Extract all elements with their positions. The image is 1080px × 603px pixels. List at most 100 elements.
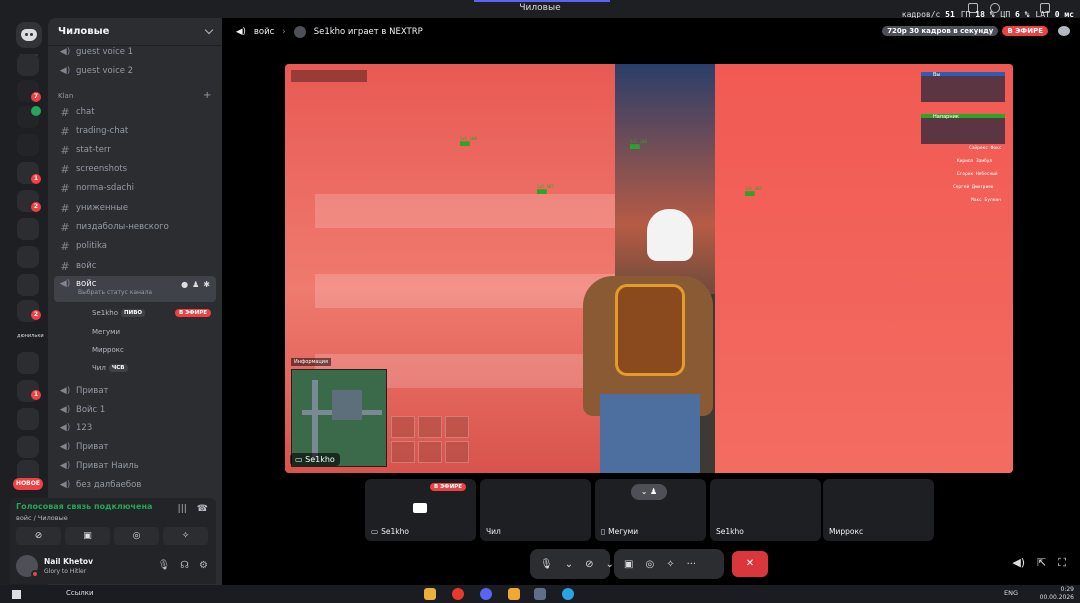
voice-channel-path[interactable]: войс / Чиловые bbox=[16, 514, 68, 522]
server-icon[interactable] bbox=[17, 54, 39, 76]
share-screen-button[interactable]: ▣ bbox=[65, 527, 110, 545]
server-icon[interactable] bbox=[17, 436, 39, 458]
user-panel: Nail Khetov Glory to Hitler 🎙 ☊ ⚙ bbox=[10, 550, 216, 584]
activity-button[interactable]: ◎ bbox=[114, 527, 159, 545]
username[interactable]: Nail Khetov bbox=[44, 557, 93, 566]
server-icon[interactable] bbox=[17, 408, 39, 430]
text-channel[interactable]: # stat-terr bbox=[54, 141, 216, 159]
new-pill[interactable]: НОВОЕ bbox=[13, 478, 43, 490]
mic-icon[interactable]: 🎙 bbox=[157, 560, 170, 571]
voice-channel[interactable]: ◀) guest voice 2 bbox=[54, 62, 216, 80]
voice-channel[interactable]: # войс bbox=[54, 257, 216, 275]
mic-toggle-icon[interactable]: 🎙 bbox=[540, 559, 553, 570]
voice-user[interactable]: Чил ЧСВ bbox=[92, 364, 128, 372]
app-icon[interactable] bbox=[534, 588, 546, 600]
taskbar-search[interactable]: Ссылки bbox=[66, 589, 94, 597]
gear-icon[interactable]: ✱ bbox=[203, 280, 210, 289]
language-indicator[interactable]: ENG bbox=[1004, 589, 1018, 597]
soundboard-button[interactable]: ✧ bbox=[163, 527, 208, 545]
chat-icon[interactable]: ● bbox=[181, 280, 188, 289]
disconnect-icon[interactable]: ☎ bbox=[197, 504, 208, 514]
headphones-icon[interactable]: ☊ bbox=[180, 560, 189, 571]
server-icon[interactable] bbox=[17, 274, 39, 296]
voice-user[interactable]: Мегуми bbox=[92, 328, 120, 336]
leave-call-button[interactable]: ✕ bbox=[732, 551, 768, 577]
channel-status-hint[interactable]: Выбрать статус канала bbox=[78, 289, 152, 296]
right-list-item: Кирилл Замбул bbox=[957, 159, 993, 164]
phone-icon: ▯ bbox=[601, 527, 606, 536]
stream-video[interactable]: lvl 100 ████ lvl 167 ████ lvl 100 ████ lvl … bbox=[285, 64, 1013, 473]
voice-status[interactable]: Голосовая связь подключена bbox=[16, 502, 152, 511]
participant-tile[interactable]: В ЭФИРЕ ▭ Se1kho bbox=[365, 479, 476, 541]
server-name: Чиловые bbox=[58, 26, 110, 37]
voice-user[interactable]: Миррокс bbox=[92, 346, 124, 354]
server-icon[interactable] bbox=[17, 246, 39, 268]
chat-bubble-icon[interactable] bbox=[1058, 26, 1070, 36]
voice-channel[interactable]: ◀) 123 bbox=[54, 419, 216, 437]
text-channel[interactable]: # politika bbox=[54, 237, 216, 255]
more-icon[interactable]: ··· bbox=[687, 559, 697, 570]
server-label: дюнильки bbox=[17, 333, 44, 339]
home-button[interactable] bbox=[16, 22, 42, 48]
popout-icon[interactable]: ⇱ bbox=[1037, 556, 1046, 570]
participant-tile[interactable]: Миррокс bbox=[823, 479, 934, 541]
settings-gear-icon[interactable]: ⚙ bbox=[199, 560, 208, 571]
voice-channel[interactable]: ◀) Приват bbox=[54, 438, 216, 456]
telegram-icon[interactable] bbox=[562, 588, 574, 600]
player-nametag: lvl 100 ████ bbox=[630, 139, 647, 149]
speaker-icon: ◀) bbox=[59, 442, 71, 452]
chevron-down-icon[interactable]: ⌄ bbox=[605, 559, 613, 570]
voice-user[interactable]: Se1kho ПИВО bbox=[92, 309, 146, 317]
text-channel[interactable]: # trading-chat bbox=[54, 122, 216, 140]
text-channel[interactable]: # norma-sdachi bbox=[54, 179, 216, 197]
chevron-down-icon[interactable]: ⌄ bbox=[565, 559, 573, 570]
add-person-button[interactable]: ⌄ ♟ bbox=[631, 484, 667, 500]
camera-off-button[interactable]: ⊘ bbox=[16, 527, 61, 545]
chevron-down-icon bbox=[204, 25, 214, 35]
text-channel[interactable]: # screenshots bbox=[54, 160, 216, 178]
volume-icon[interactable]: ◀) bbox=[1012, 556, 1025, 570]
share-screen-icon[interactable]: ▣ bbox=[624, 559, 633, 570]
speaker-icon: ◀) bbox=[59, 66, 71, 76]
unread-badge: 1 bbox=[31, 174, 41, 184]
server-icon[interactable] bbox=[17, 218, 39, 240]
category-label[interactable]: Klan bbox=[58, 92, 73, 100]
text-channel[interactable]: # униженные bbox=[54, 199, 216, 217]
character-helmet bbox=[647, 209, 693, 261]
camera-toggle-icon[interactable]: ⊘ bbox=[585, 559, 593, 570]
noise-suppression-icon[interactable]: ||| bbox=[178, 504, 187, 514]
server-header[interactable]: Чиловые bbox=[48, 18, 222, 46]
discord-taskbar-icon[interactable] bbox=[480, 588, 492, 600]
text-channel[interactable]: # chat bbox=[54, 103, 216, 121]
minimap-label: Информация bbox=[291, 358, 332, 366]
text-channel[interactable]: # пиздаболы-невского bbox=[54, 218, 216, 236]
unread-badge: 7 bbox=[31, 92, 41, 102]
voice-channel[interactable]: ◀) Приват Наиль bbox=[54, 457, 216, 475]
browser-icon[interactable] bbox=[452, 588, 464, 600]
server-icon[interactable] bbox=[17, 352, 39, 374]
live-pill: В ЭФИРЕ bbox=[1002, 26, 1048, 36]
voice-channel[interactable]: ◀) без далбаебов bbox=[54, 476, 216, 494]
activity-icon[interactable]: ◎ bbox=[645, 559, 654, 570]
invite-icon[interactable]: ♟ bbox=[192, 280, 199, 289]
file-explorer-icon[interactable] bbox=[424, 588, 436, 600]
add-channel-icon[interactable]: + bbox=[203, 90, 211, 101]
participant-tile[interactable]: Se1kho bbox=[710, 479, 821, 541]
hash-icon: # bbox=[60, 239, 70, 253]
server-icon[interactable] bbox=[17, 134, 39, 156]
voice-channel[interactable]: ◀) guest voice 1 bbox=[54, 43, 216, 61]
soundboard-icon[interactable]: ✧ bbox=[666, 559, 674, 570]
active-voice-channel[interactable]: ◀) войс Выбрать статус канала ● ♟ ✱ bbox=[54, 276, 216, 302]
speaker-icon: ◀) bbox=[59, 480, 71, 490]
clock[interactable]: 0:29 00.00.2026 bbox=[1040, 586, 1074, 602]
voice-channel[interactable]: ◀) Приват bbox=[54, 382, 216, 400]
avatar[interactable] bbox=[16, 555, 39, 578]
windows-start-icon[interactable] bbox=[12, 590, 21, 599]
voice-channel[interactable]: ◀) Войс 1 bbox=[54, 401, 216, 419]
participant-tile[interactable]: Чил bbox=[480, 479, 591, 541]
unread-badge: 2 bbox=[31, 202, 41, 212]
app-icon[interactable] bbox=[508, 588, 520, 600]
speaker-icon: ◀) bbox=[59, 423, 71, 433]
fullscreen-icon[interactable]: ⛶ bbox=[1058, 556, 1066, 570]
stream-channel[interactable]: войс bbox=[254, 27, 274, 37]
